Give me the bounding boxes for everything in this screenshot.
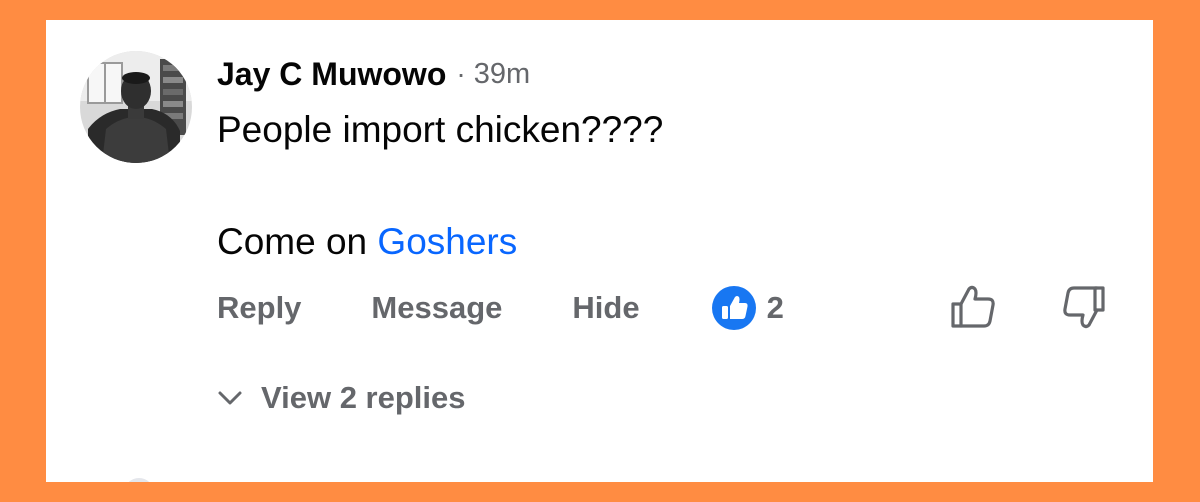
downvote-button[interactable] xyxy=(1061,284,1109,335)
comment-header: Jay C Muwowo · 39m xyxy=(217,54,530,94)
hide-button[interactable]: Hide xyxy=(572,290,639,326)
comment-text-line-1: People import chicken???? xyxy=(217,109,664,150)
upvote-button[interactable] xyxy=(949,284,997,335)
comment-text-line-2: Come on Goshers xyxy=(217,221,517,263)
avatar[interactable] xyxy=(80,51,192,163)
thumbs-up-outline-icon xyxy=(951,285,995,328)
comment-card: Jay C Muwowo · 39m People import chicken… xyxy=(46,20,1153,482)
thumbs-down-outline-icon xyxy=(1063,286,1105,329)
comment-timestamp[interactable]: 39m xyxy=(474,58,530,91)
view-replies-label: View 2 replies xyxy=(261,380,466,415)
message-button[interactable]: Message xyxy=(371,290,502,326)
chevron-down-icon xyxy=(218,391,242,405)
reply-button[interactable]: Reply xyxy=(217,290,301,326)
author-name[interactable]: Jay C Muwowo xyxy=(217,56,446,93)
thumbs-up-badge-icon xyxy=(711,286,756,330)
next-comment-avatar xyxy=(124,478,154,482)
view-replies-button[interactable]: View 2 replies xyxy=(217,378,466,418)
reaction-summary[interactable]: 2 xyxy=(711,286,784,330)
comment-actions: Reply Message Hide 2 xyxy=(217,286,784,330)
like-count: 2 xyxy=(766,290,784,325)
header-separator: · xyxy=(456,58,466,89)
avatar-image xyxy=(80,51,192,163)
mention-link[interactable]: Goshers xyxy=(377,221,517,262)
comment-text-prefix: Come on xyxy=(217,221,378,262)
